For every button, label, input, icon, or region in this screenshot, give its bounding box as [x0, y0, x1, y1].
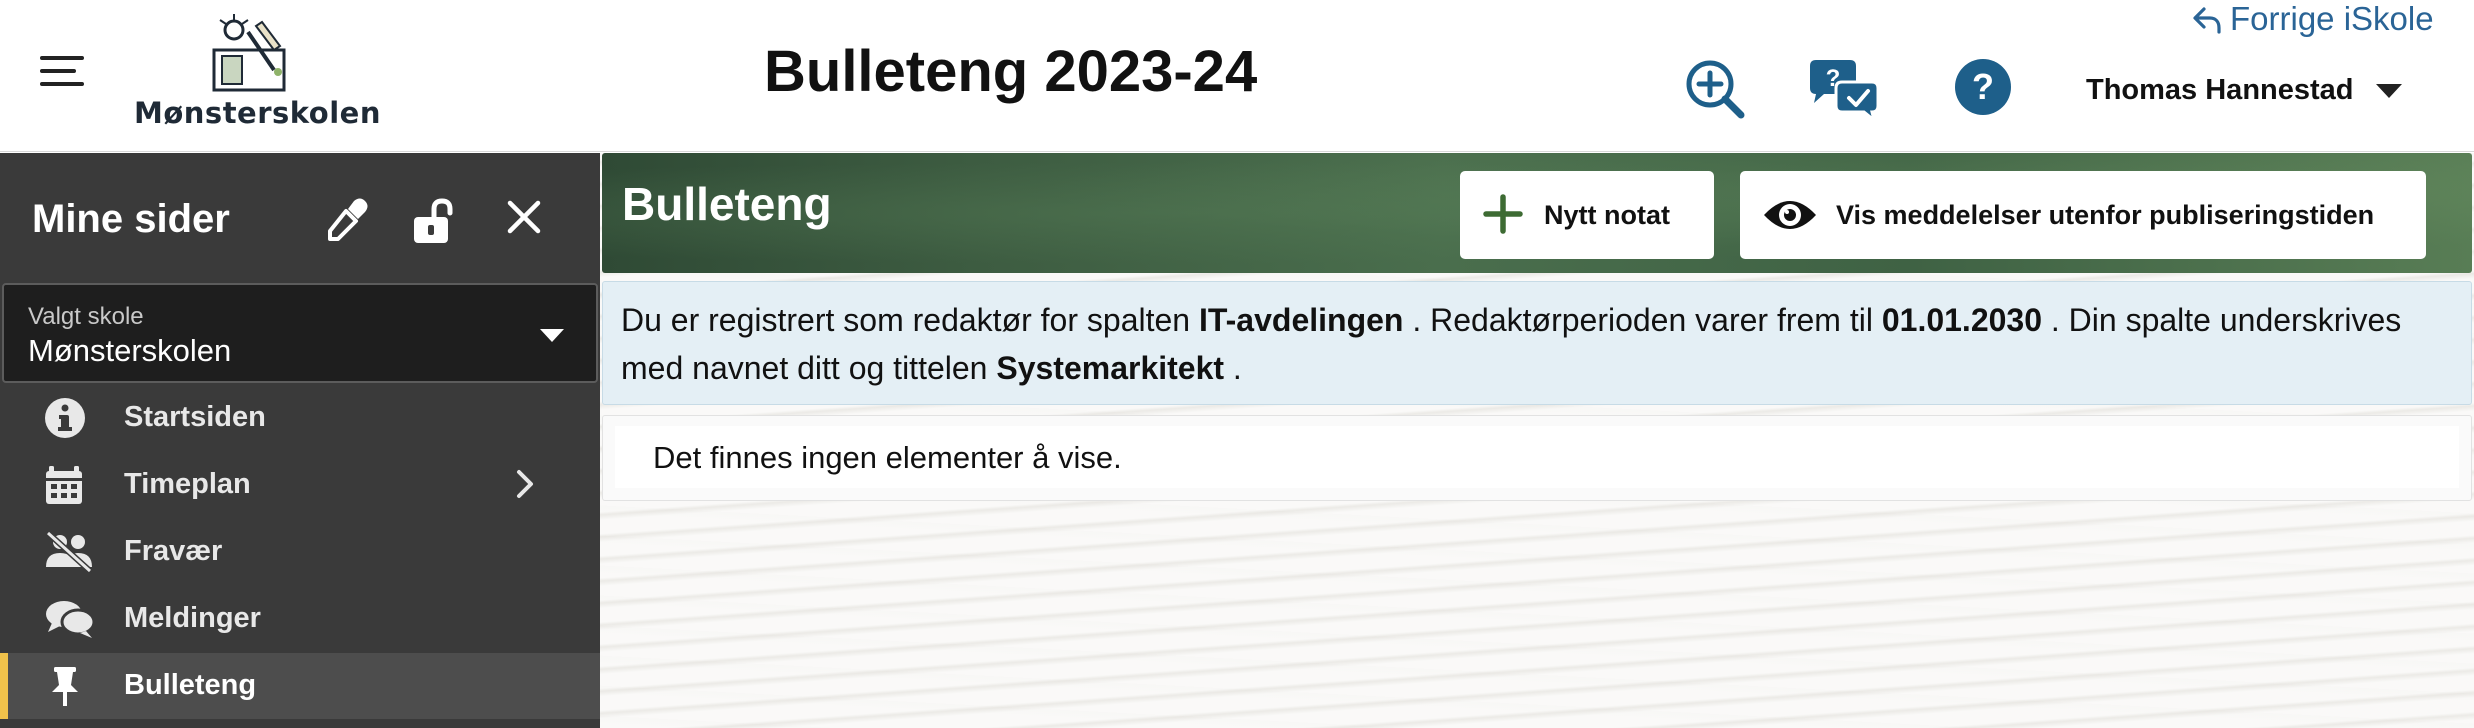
sidebar-item-label: Startsiden [124, 401, 266, 433]
color-picker-icon[interactable] [324, 197, 370, 248]
show-messages-label: Vis meddelelser utenfor publiseringstide… [1836, 200, 2375, 230]
school-select[interactable]: Valgt skole Mønsterskolen [2, 283, 598, 383]
zoom-in-icon[interactable] [1684, 58, 1746, 125]
new-note-label: Nytt notat [1544, 200, 1670, 230]
user-menu-caret-icon[interactable] [2376, 84, 2402, 98]
help-chat-icon[interactable]: ? [1806, 58, 1882, 127]
chevron-right-icon [514, 468, 536, 505]
school-select-value: Mønsterskolen [28, 333, 232, 368]
info-text-part: . Redaktørperioden varer frem til [1403, 302, 1882, 338]
info-text-part: Du er registrert som redaktør for spalte… [621, 302, 1199, 338]
plus-icon [1482, 193, 1524, 240]
svg-text:?: ? [1972, 66, 1994, 107]
info-end-date: 01.01.2030 [1881, 302, 2042, 338]
sidebar-item-label: Timeplan [124, 468, 251, 500]
pin-icon [44, 665, 86, 707]
sidebar-item-startsiden[interactable]: Startsiden [0, 385, 600, 451]
sidebar-item-label: Fravær [124, 535, 223, 567]
help-question-icon[interactable]: ? [1954, 58, 2012, 121]
info-column-name: IT-avdelingen [1198, 302, 1404, 338]
empty-list-panel: Det finnes ingen elementer å vise. [602, 415, 2472, 501]
empty-list-row: Det finnes ingen elementer å vise. [615, 426, 2459, 488]
eye-icon [1762, 195, 1818, 240]
reply-arrow-icon [2192, 4, 2222, 42]
calendar-icon [44, 464, 86, 506]
close-sidebar-icon[interactable] [504, 197, 544, 242]
user-menu-name[interactable]: Thomas Hannestad [2086, 74, 2354, 107]
show-messages-outside-period-button[interactable]: Vis meddelelser utenfor publiseringstide… [1740, 171, 2426, 259]
hamburger-menu-button[interactable] [40, 54, 88, 88]
sidebar-item-bulleteng[interactable]: Bulleteng [0, 653, 600, 719]
sidebar-item-label: Meldinger [124, 602, 261, 634]
sidebar-title: Mine sider [32, 197, 230, 241]
bulletin-banner: Bulleteng Nytt notat Vis meddelelser ute… [602, 153, 2472, 273]
previous-iskole-label: Forrige iSkole [2230, 0, 2434, 37]
sidebar-item-meldinger[interactable]: Meldinger [0, 586, 600, 652]
sidebar: Mine sider Valgt skole Mønsterskolen Sta… [0, 153, 600, 728]
sidebar-item-label: Bulleteng [124, 669, 257, 701]
new-note-button[interactable]: Nytt notat [1460, 171, 1714, 259]
absence-icon [44, 530, 93, 574]
top-header: Mønsterskolen Bulleteng 2023-24 Forrige … [0, 0, 2474, 152]
school-logo-text: Mønsterskolen [134, 96, 381, 130]
info-icon [44, 397, 86, 439]
sidebar-item-fravaer[interactable]: Fravær [0, 519, 600, 585]
main-content: Bulleteng Nytt notat Vis meddelelser ute… [600, 153, 2474, 728]
school-logo[interactable]: Mønsterskolen [134, 8, 380, 130]
sidebar-item-timeplan[interactable]: Timeplan [0, 452, 600, 518]
school-logo-icon [212, 14, 286, 92]
info-text-part: . [1224, 350, 1242, 386]
editor-info-alert: Du er registrert som redaktør for spalte… [602, 281, 2472, 405]
previous-iskole-link[interactable]: Forrige iSkole [2192, 0, 2434, 42]
school-select-label: Valgt skole [28, 303, 144, 330]
messages-icon [44, 598, 96, 640]
banner-title: Bulleteng [622, 178, 832, 230]
chevron-down-icon [540, 329, 564, 342]
page-title: Bulleteng 2023-24 [764, 39, 1258, 104]
info-title: Systemarkitekt [996, 350, 1225, 386]
empty-list-message: Det finnes ingen elementer å vise. [653, 440, 1122, 475]
unlock-icon[interactable] [410, 197, 458, 250]
